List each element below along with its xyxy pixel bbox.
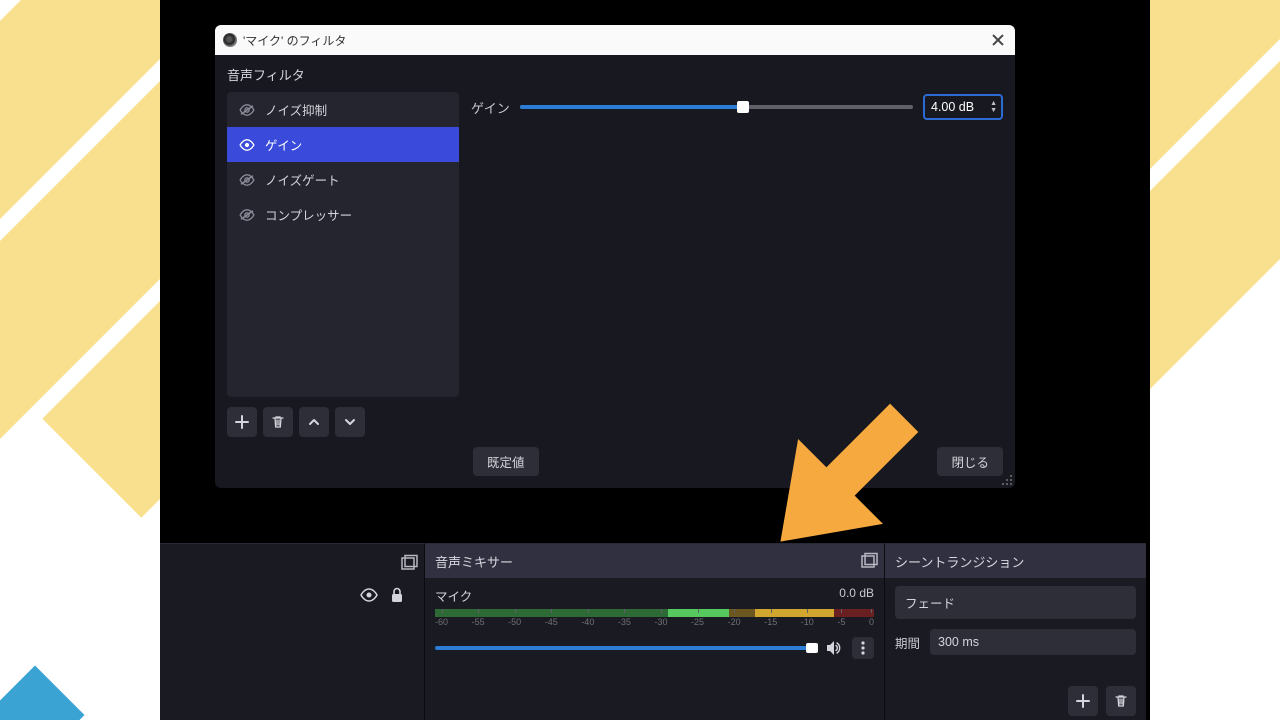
visibility-off-icon[interactable]: [239, 104, 255, 116]
popout-icon[interactable]: [860, 552, 878, 570]
defaults-button[interactable]: 既定値: [473, 447, 539, 476]
gain-value-input[interactable]: [931, 100, 979, 114]
obs-logo-icon: [223, 33, 237, 47]
move-filter-up-button[interactable]: [299, 407, 329, 437]
filter-item[interactable]: ノイズゲート: [227, 162, 459, 197]
popout-icon[interactable]: [400, 554, 418, 572]
spin-down-icon[interactable]: ▼: [990, 108, 997, 114]
decorative-corner: [0, 666, 84, 720]
mixer-more-button[interactable]: [852, 637, 874, 659]
audio-filters-label: 音声フィルタ: [227, 65, 1003, 84]
meter-tick-label: -15: [764, 617, 777, 627]
meter-tick-label: -40: [581, 617, 594, 627]
filter-item-label: ノイズ抑制: [265, 100, 327, 119]
duration-input[interactable]: [930, 629, 1136, 655]
meter-tick-label: -25: [691, 617, 704, 627]
visibility-on-icon[interactable]: [239, 139, 255, 151]
duration-label: 期間: [895, 633, 920, 652]
add-filter-button[interactable]: [227, 407, 257, 437]
filter-item[interactable]: ノイズ抑制: [227, 92, 459, 127]
meter-tick-label: -55: [472, 617, 485, 627]
remove-transition-button[interactable]: [1106, 686, 1136, 716]
volume-slider[interactable]: [435, 641, 818, 655]
close-button[interactable]: 閉じる: [937, 447, 1003, 476]
meter-tick-label: -60: [435, 617, 448, 627]
speaker-icon[interactable]: [826, 639, 844, 657]
mixer-db-readout: 0.0 dB: [839, 586, 874, 600]
add-transition-button[interactable]: [1068, 686, 1098, 716]
meter-tick-label: -45: [545, 617, 558, 627]
filter-list: ノイズ抑制ゲインノイズゲートコンプレッサー: [227, 92, 459, 397]
scene-transitions-title: シーントランジション: [895, 552, 1024, 571]
dialog-titlebar[interactable]: 'マイク' のフィルタ: [215, 25, 1015, 55]
visibility-off-icon[interactable]: [239, 174, 255, 186]
filter-item[interactable]: ゲイン: [227, 127, 459, 162]
meter-tick-label: -5: [837, 617, 845, 627]
eye-icon[interactable]: [360, 586, 378, 604]
filter-item-label: ゲイン: [265, 135, 302, 154]
gain-slider[interactable]: [520, 98, 913, 116]
scene-transitions-dock: シーントランジション フェード 期間: [884, 543, 1146, 720]
remove-filter-button[interactable]: [263, 407, 293, 437]
resize-grip-icon[interactable]: [1001, 474, 1013, 486]
meter-tick-label: -35: [618, 617, 631, 627]
mixer-channel-name: マイク: [435, 586, 874, 605]
meter-tick-label: 0: [869, 617, 874, 627]
meter-tick-label: -50: [508, 617, 521, 627]
audio-mixer-dock: 音声ミキサー マイク 0.0 dB -60-55-50-45-40-35-30-…: [424, 543, 884, 720]
level-meter: -60-55-50-45-40-35-30-25-20-15-10-50: [435, 609, 874, 625]
close-icon[interactable]: [991, 33, 1005, 47]
gain-label: ゲイン: [471, 98, 510, 117]
spin-up-icon[interactable]: ▲: [990, 101, 997, 107]
filter-item[interactable]: コンプレッサー: [227, 197, 459, 232]
lock-icon[interactable]: [388, 586, 406, 604]
transition-select[interactable]: フェード: [895, 586, 1136, 619]
gain-spinbox[interactable]: ▲ ▼: [923, 94, 1003, 120]
filter-item-label: ノイズゲート: [265, 170, 340, 189]
meter-tick-label: -10: [801, 617, 814, 627]
filter-item-label: コンプレッサー: [265, 205, 352, 224]
audio-mixer-title: 音声ミキサー: [435, 552, 513, 571]
meter-tick-label: -30: [654, 617, 667, 627]
filters-dialog: 'マイク' のフィルタ 音声フィルタ ノイズ抑制ゲインノイズゲートコンプレッサー…: [215, 25, 1015, 488]
dialog-title: 'マイク' のフィルタ: [243, 32, 985, 49]
move-filter-down-button[interactable]: [335, 407, 365, 437]
meter-tick-label: -20: [728, 617, 741, 627]
visibility-off-icon[interactable]: [239, 209, 255, 221]
sources-dock-partial: [160, 543, 424, 720]
